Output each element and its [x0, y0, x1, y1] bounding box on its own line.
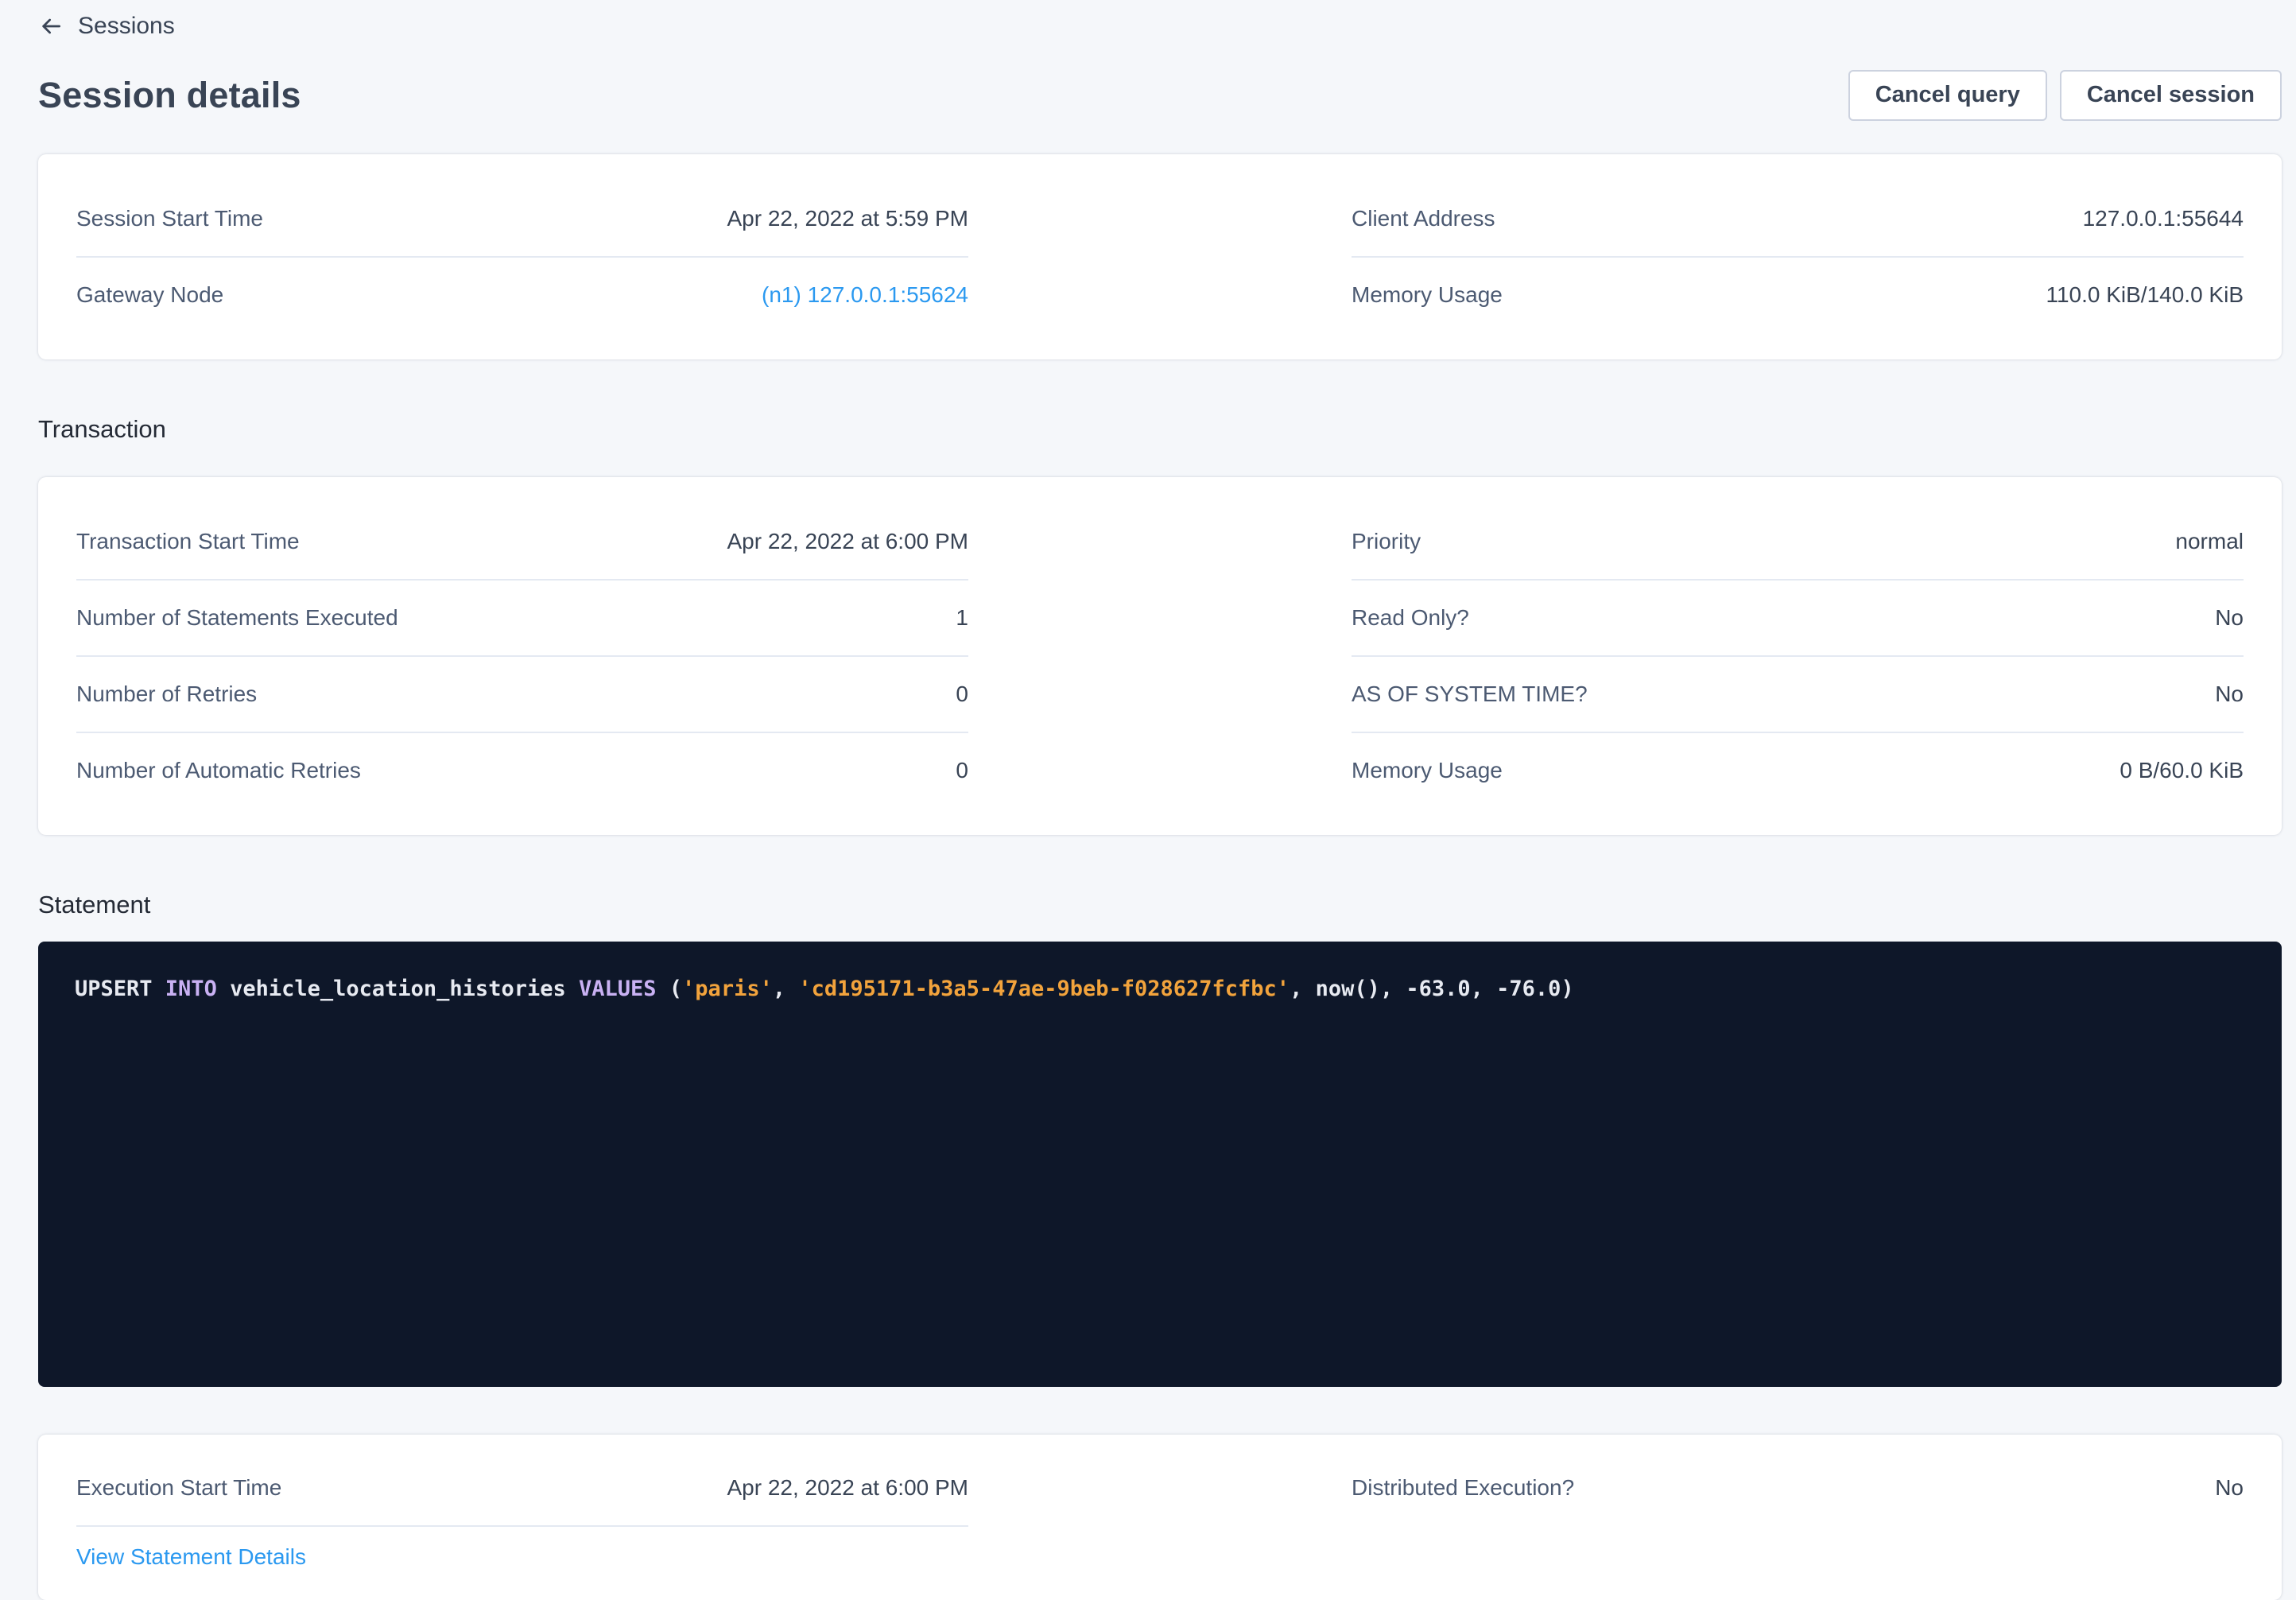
- session-overview-card: Session Start Time Apr 22, 2022 at 5:59 …: [38, 154, 2282, 359]
- row-value: normal: [2175, 529, 2244, 554]
- row-label: Execution Start Time: [76, 1475, 281, 1501]
- sql-token: , now(), -63.0, -76.0): [1290, 977, 1574, 1001]
- transaction-card-left-column: Transaction Start Time Apr 22, 2022 at 6…: [76, 504, 968, 808]
- row-value: 110.0 KiB/140.0 KiB: [2046, 282, 2244, 308]
- session-card-right-column: Client Address 127.0.0.1:55644 Memory Us…: [1352, 181, 2244, 332]
- sql-token: 'paris': [682, 977, 773, 1001]
- row-value: 127.0.0.1:55644: [2083, 206, 2244, 231]
- row-value: Apr 22, 2022 at 5:59 PM: [727, 206, 968, 231]
- transaction-memory-usage-row: Memory Usage 0 B/60.0 KiB: [1352, 733, 2244, 808]
- row-label: Read Only?: [1352, 605, 1469, 631]
- sql-token: (: [657, 977, 683, 1001]
- row-label: Gateway Node: [76, 282, 223, 308]
- execution-card-right-column: Distributed Execution? No: [1352, 1450, 2244, 1570]
- gateway-node-row: Gateway Node (n1) 127.0.0.1:55624: [76, 258, 968, 332]
- row-label: Priority: [1352, 529, 1421, 554]
- sql-token: 'cd195171-b3a5-47ae-9beb-f028627fcfbc': [798, 977, 1290, 1001]
- gateway-node-link[interactable]: (n1) 127.0.0.1:55624: [762, 282, 968, 308]
- row-label: Memory Usage: [1352, 758, 1503, 783]
- execution-card: Execution Start Time Apr 22, 2022 at 6:0…: [38, 1435, 2282, 1600]
- row-value: 1: [956, 605, 968, 631]
- arrow-left-icon: [38, 14, 64, 39]
- session-details-page: Sessions Session details Cancel query Ca…: [0, 0, 2296, 1600]
- execution-start-time-row: Execution Start Time Apr 22, 2022 at 6:0…: [76, 1450, 968, 1527]
- row-label: AS OF SYSTEM TIME?: [1352, 682, 1588, 707]
- breadcrumb-back-sessions[interactable]: Sessions: [38, 13, 175, 40]
- transaction-card-right-column: Priority normal Read Only? No AS OF SYST…: [1352, 504, 2244, 808]
- row-value: No: [2215, 682, 2244, 707]
- statement-sql-box: UPSERT INTO vehicle_location_histories V…: [38, 942, 2282, 1387]
- row-value: Apr 22, 2022 at 6:00 PM: [727, 529, 968, 554]
- priority-row: Priority normal: [1352, 504, 2244, 581]
- view-statement-details-row: View Statement Details: [76, 1527, 968, 1570]
- as-of-system-time-row: AS OF SYSTEM TIME? No: [1352, 657, 2244, 733]
- distributed-execution-row: Distributed Execution? No: [1352, 1450, 2244, 1525]
- row-label: Number of Statements Executed: [76, 605, 398, 631]
- statement-section-heading: Statement: [38, 891, 2282, 919]
- statement-sql-code: UPSERT INTO vehicle_location_histories V…: [75, 977, 1574, 1001]
- sql-token: VALUES: [579, 977, 657, 1001]
- row-value: 0 B/60.0 KiB: [2120, 758, 2244, 783]
- session-start-time-row: Session Start Time Apr 22, 2022 at 5:59 …: [76, 181, 968, 258]
- view-statement-details-link[interactable]: View Statement Details: [76, 1544, 306, 1569]
- page-header: Session details Cancel query Cancel sess…: [38, 70, 2282, 121]
- page-title: Session details: [38, 75, 301, 116]
- row-label: Session Start Time: [76, 206, 263, 231]
- statements-executed-row: Number of Statements Executed 1: [76, 581, 968, 657]
- session-card-left-column: Session Start Time Apr 22, 2022 at 5:59 …: [76, 181, 968, 332]
- row-label: Transaction Start Time: [76, 529, 300, 554]
- session-memory-usage-row: Memory Usage 110.0 KiB/140.0 KiB: [1352, 258, 2244, 332]
- sql-token: vehicle_location_histories: [217, 977, 579, 1001]
- execution-card-left-column: Execution Start Time Apr 22, 2022 at 6:0…: [76, 1450, 968, 1570]
- header-actions: Cancel query Cancel session: [1848, 70, 2282, 121]
- row-label: Number of Automatic Retries: [76, 758, 361, 783]
- cancel-session-button[interactable]: Cancel session: [2060, 70, 2282, 121]
- read-only-row: Read Only? No: [1352, 581, 2244, 657]
- row-value: No: [2215, 1475, 2244, 1501]
- sql-token: UPSERT: [75, 977, 165, 1001]
- transaction-card: Transaction Start Time Apr 22, 2022 at 6…: [38, 477, 2282, 835]
- number-of-retries-row: Number of Retries 0: [76, 657, 968, 733]
- transaction-start-time-row: Transaction Start Time Apr 22, 2022 at 6…: [76, 504, 968, 581]
- client-address-row: Client Address 127.0.0.1:55644: [1352, 181, 2244, 258]
- transaction-section-heading: Transaction: [38, 415, 2282, 444]
- row-value: 0: [956, 682, 968, 707]
- automatic-retries-row: Number of Automatic Retries 0: [76, 733, 968, 808]
- row-label: Number of Retries: [76, 682, 257, 707]
- row-label: Distributed Execution?: [1352, 1475, 1574, 1501]
- row-label: Client Address: [1352, 206, 1495, 231]
- sql-token: ,: [773, 977, 799, 1001]
- row-value: No: [2215, 605, 2244, 631]
- sql-token: INTO: [165, 977, 217, 1001]
- row-value: 0: [956, 758, 968, 783]
- row-value: Apr 22, 2022 at 6:00 PM: [727, 1475, 968, 1501]
- breadcrumb-label[interactable]: Sessions: [78, 13, 175, 40]
- row-label: Memory Usage: [1352, 282, 1503, 308]
- cancel-query-button[interactable]: Cancel query: [1848, 70, 2047, 121]
